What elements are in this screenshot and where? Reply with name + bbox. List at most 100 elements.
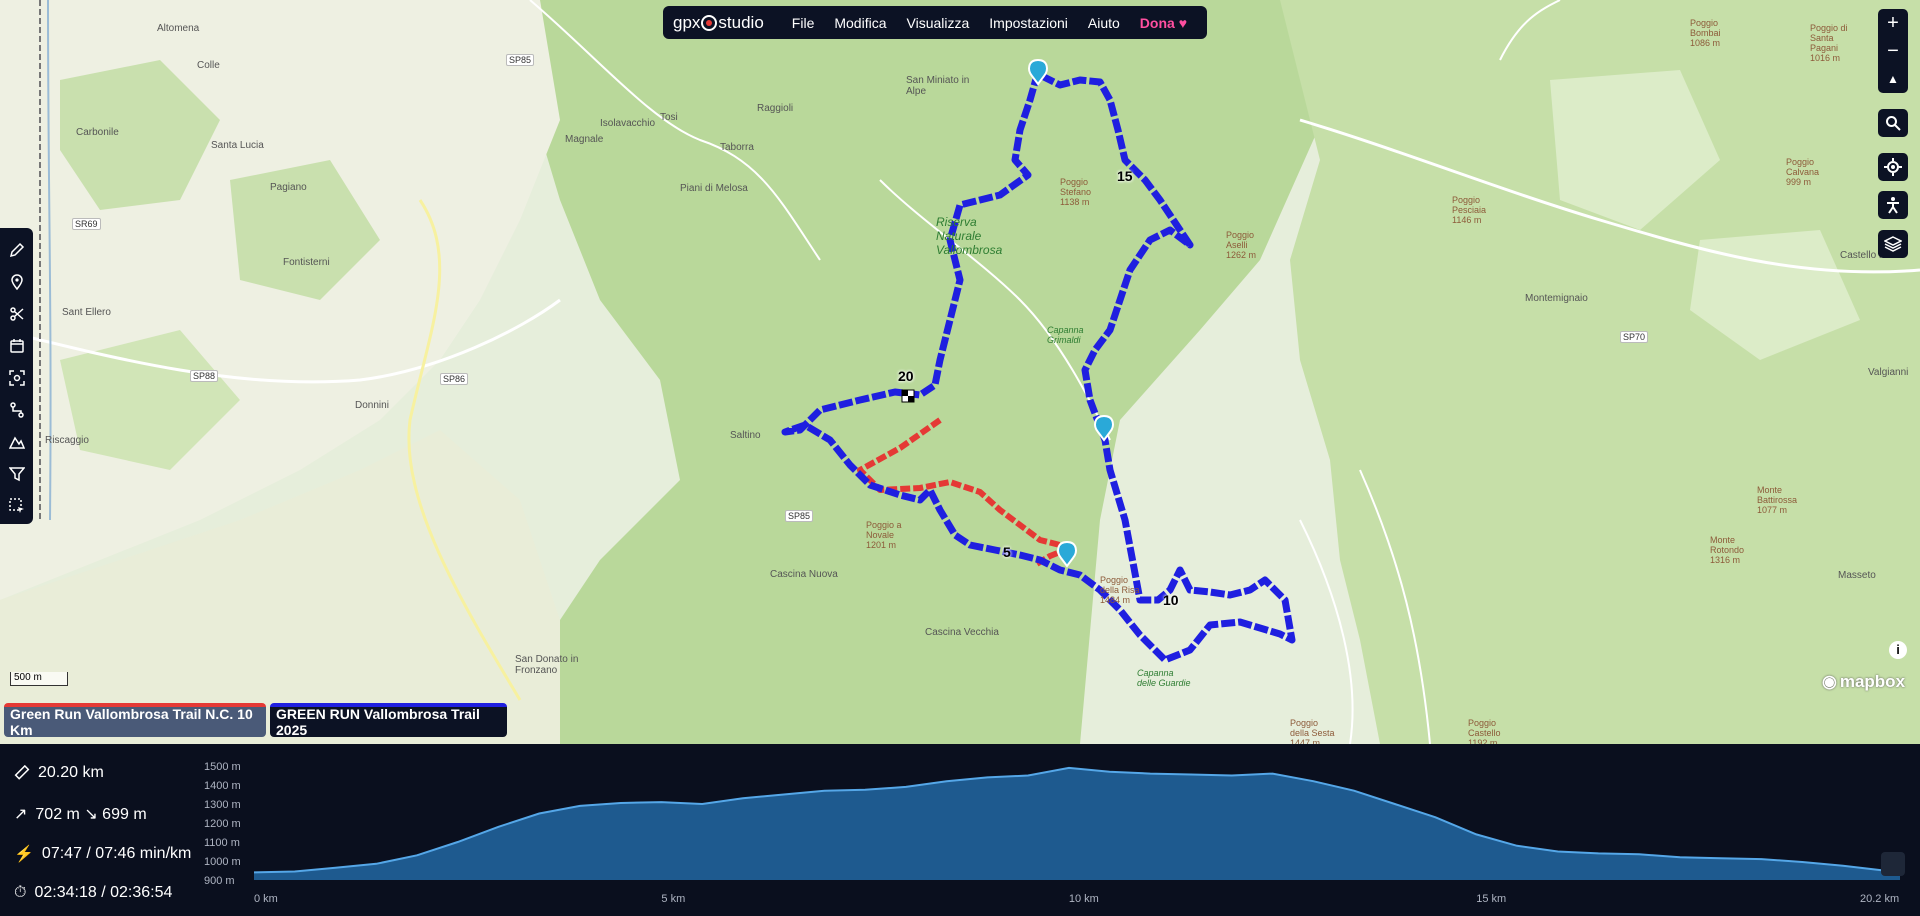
scissors-icon[interactable]	[0, 298, 33, 330]
x-tick-label: 0 km	[254, 893, 278, 905]
info-icon[interactable]: i	[1889, 641, 1907, 659]
logo-gear-icon	[701, 14, 718, 31]
locate-control	[1878, 153, 1908, 181]
route-icon[interactable]	[0, 394, 33, 426]
elevation-chart[interactable]: 1500 m 1400 m 1300 m 1200 m 1100 m 1000 m 900 …	[204, 744, 1904, 916]
place-label: Valgianni	[1868, 367, 1909, 378]
app-root: 20 15 10 5 Altomena Colle Carbonile Sant…	[0, 0, 1920, 916]
layers-icon[interactable]	[1878, 230, 1908, 258]
place-label: Saltino	[730, 430, 761, 441]
place-label: Taborra	[720, 142, 754, 153]
place-label: Santa Lucia	[211, 140, 264, 151]
locate-icon[interactable]	[1878, 153, 1908, 181]
place-label: San Miniato in Alpe	[906, 75, 970, 97]
mapbox-mark-icon: ◉	[1822, 672, 1837, 691]
app-logo[interactable]: gpx studio	[673, 13, 764, 33]
road-label: SP85	[785, 510, 814, 522]
place-label: Colle	[197, 60, 220, 71]
map-pin-icon[interactable]	[0, 266, 33, 298]
place-label: Cascina Vecchia	[925, 627, 999, 638]
x-tick-label: 5 km	[661, 893, 685, 905]
peak-label: Monte Battirossa 1077 m	[1757, 485, 1798, 515]
peak-label: Poggio Bombai 1086 m	[1690, 18, 1721, 48]
peak-label: Poggio Pesciaia 1146 m	[1452, 195, 1487, 225]
menu-impostazioni[interactable]: Impostazioni	[989, 15, 1068, 31]
zoom-out-button[interactable]: −	[1878, 37, 1908, 65]
reserve-label: Riserva Naturale Vallombrosa	[936, 215, 1003, 257]
road-label: SP88	[190, 370, 219, 382]
km-marker-20: 20	[898, 368, 914, 384]
mapbox-text: mapbox	[1839, 672, 1906, 691]
peak-label: Poggio Castello 1192 m	[1468, 718, 1501, 744]
y-tick-label: 900 m	[204, 875, 235, 887]
heart-icon: ♥	[1178, 14, 1187, 31]
elevation-panel: 20.20 km ↗ 702 m ↘ 699 m ⚡ 07:47 / 07:46…	[0, 744, 1920, 916]
person-icon[interactable]	[1878, 191, 1908, 219]
y-tick-label: 1300 m	[204, 799, 241, 811]
time-value: 02:34:18 / 02:36:54	[34, 884, 173, 901]
track-tab-blue[interactable]: GREEN RUN Vallombrosa Trail 2025	[270, 703, 507, 738]
stopwatch-icon: ⏱	[14, 884, 27, 901]
place-label: Masseto	[1838, 570, 1876, 581]
km-marker-15: 15	[1117, 168, 1133, 184]
ruler-icon	[14, 765, 30, 780]
menu-visualizza[interactable]: Visualizza	[907, 15, 970, 31]
place-label: Isolavacchio	[600, 118, 656, 129]
calendar-clock-icon[interactable]	[0, 330, 33, 362]
elevation-stat: ↗ 702 m ↘ 699 m	[14, 804, 147, 824]
km-marker-10: 10	[1163, 592, 1179, 608]
menu-file[interactable]: File	[792, 15, 815, 31]
road-label: SR69	[72, 218, 101, 230]
menu-aiuto[interactable]: Aiuto	[1088, 15, 1120, 31]
y-tick-label: 1400 m	[204, 780, 241, 792]
track-tab-red[interactable]: Green Run Vallombrosa Trail N.C. 10 Km	[4, 703, 266, 738]
y-tick-label: 1500 m	[204, 761, 241, 773]
pace-value: 07:47 / 07:46 min/km	[41, 845, 192, 862]
place-label: San Donato in Fronzano	[515, 654, 579, 676]
pace-stat: ⚡ 07:47 / 07:46 min/km	[14, 844, 191, 864]
pencil-icon[interactable]	[0, 234, 33, 266]
mapbox-logo[interactable]: ◉ mapbox	[1822, 672, 1905, 692]
place-label: Piani di Melosa	[680, 183, 748, 194]
filter-icon[interactable]	[0, 458, 33, 490]
peak-label: Poggio della Risa 1484 m	[1100, 575, 1140, 605]
search-control	[1878, 109, 1908, 137]
peak-label: Poggio Aselli 1262 m	[1226, 230, 1257, 260]
peak-label: Poggio della Sesta 1447 m	[1290, 718, 1335, 744]
place-label: Pagiano	[270, 182, 307, 193]
road-label: SP70	[1620, 331, 1649, 343]
peak-label: Poggio Calvana 999 m	[1786, 157, 1820, 187]
menu-modifica[interactable]: Modifica	[834, 15, 886, 31]
search-icon[interactable]	[1878, 109, 1908, 137]
place-label: Montemignaio	[1525, 293, 1588, 304]
place-label: Tosi	[660, 112, 678, 123]
map-scale: 500 m	[10, 672, 68, 686]
place-label: Cascina Nuova	[770, 569, 838, 580]
x-tick-label: 10 km	[1069, 893, 1099, 905]
peak-label: Poggio a Novale 1201 m	[866, 520, 902, 550]
place-label: Altomena	[157, 23, 200, 34]
menu-donate[interactable]: Dona ♥	[1140, 15, 1187, 31]
hut-label: Capanna Grimaldi	[1047, 325, 1084, 345]
place-label: Sant Ellero	[62, 307, 111, 318]
map-view[interactable]: 20 15 10 5 Altomena Colle Carbonile Sant…	[0, 0, 1920, 744]
place-label: Magnale	[565, 134, 604, 145]
chart-toggle-icon[interactable]	[1881, 852, 1905, 876]
road-label: SP85	[506, 54, 535, 66]
x-tick-label: 15 km	[1476, 893, 1506, 905]
y-tick-label: 1100 m	[204, 837, 240, 849]
top-menu-bar: gpx studio File Modifica Visualizza Impo…	[663, 6, 1207, 39]
donate-label: Dona	[1139, 14, 1175, 31]
zoom-in-button[interactable]: +	[1878, 9, 1908, 37]
distance-stat: 20.20 km	[14, 764, 104, 782]
km-marker-5: 5	[1003, 544, 1011, 560]
select-area-icon[interactable]	[0, 490, 33, 522]
place-label: Raggioli	[757, 103, 794, 114]
left-toolbar	[0, 228, 33, 524]
time-stat: ⏱ 02:34:18 / 02:36:54	[14, 884, 172, 902]
mountain-icon[interactable]	[0, 426, 33, 458]
place-label: Riscaggio	[45, 435, 89, 446]
place-label: Fontisterni	[283, 257, 330, 268]
scan-icon[interactable]	[0, 362, 33, 394]
compass-icon[interactable]: ▲	[1878, 65, 1908, 93]
